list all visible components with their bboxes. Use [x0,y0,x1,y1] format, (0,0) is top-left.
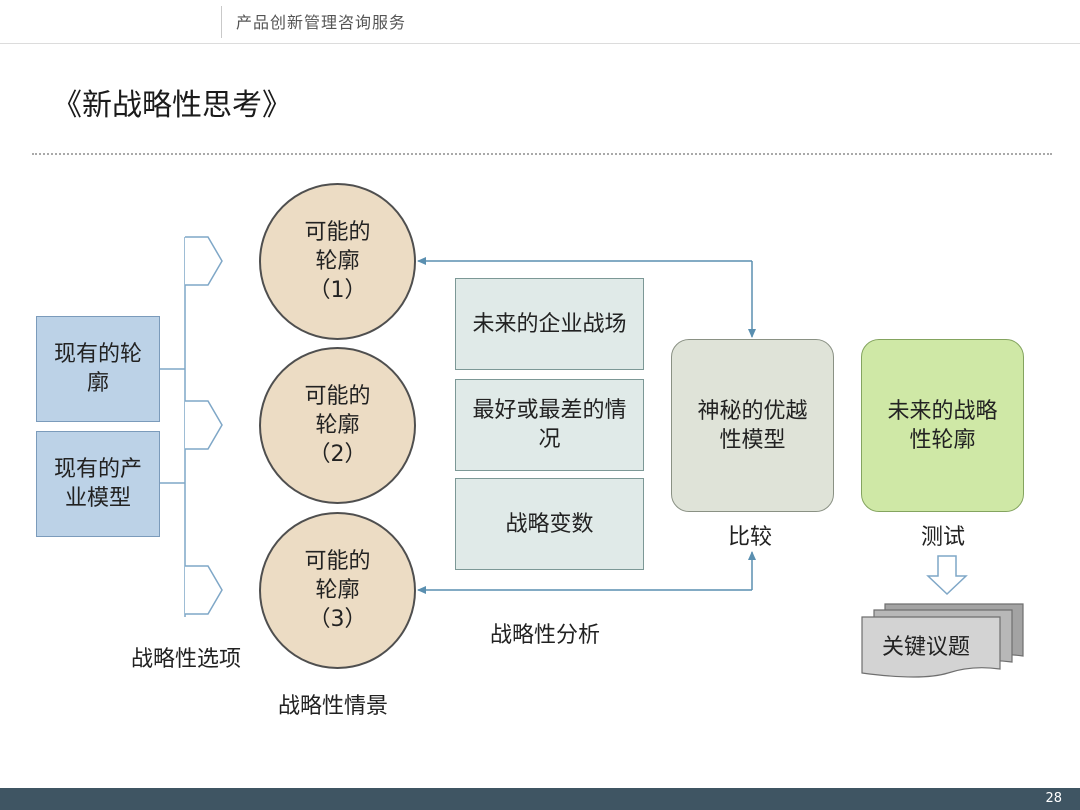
analysis-text: 战略变数 [505,511,594,537]
chevron-arrow-icon [185,236,223,286]
chevron-arrow-icon [185,400,223,450]
footer-bar: 28 [0,788,1080,810]
current-contour-text: 现有的轮廓 [53,342,142,396]
scenario-circle-3: 可能的 轮廓 （3） [259,512,416,669]
chevron-arrow-icon [185,565,223,615]
future-contour-text: 未来的战略性轮廓 [887,398,998,453]
superior-model-box: 神秘的优越性模型 [671,339,834,512]
analysis-text: 最好或最差的情况 [472,398,627,452]
scenario-line: 轮廓 [315,578,360,603]
analysis-box-best-worst: 最好或最差的情况 [455,379,644,471]
strategic-options-label: 战略性选项 [131,647,242,672]
down-arrow-icon [926,555,968,596]
scenario-line: （1） [308,278,367,303]
scenario-line: （3） [308,607,367,632]
scenario-line: 可能的 [304,220,371,245]
current-industry-model-box: 现有的产业模型 [36,431,160,537]
scenario-line: 轮廓 [315,413,360,438]
scenario-line: 轮廓 [315,249,360,274]
strategic-analysis-label: 战略性分析 [490,623,601,648]
strategic-scenarios-label: 战略性情景 [278,694,389,719]
scenario-circle-1: 可能的 轮廓 （1） [259,183,416,340]
scenario-line: （2） [308,442,367,467]
key-issues-label: 关键议题 [882,635,971,660]
future-contour-box: 未来的战略性轮廓 [861,339,1024,512]
current-industry-model-text: 现有的产业模型 [53,457,142,511]
scenario-circle-2: 可能的 轮廓 （2） [259,347,416,504]
scenario-line: 可能的 [304,549,371,574]
test-label: 测试 [921,525,966,550]
page-number: 28 [1045,791,1062,806]
compare-label: 比较 [728,525,773,550]
superior-model-text: 神秘的优越性模型 [697,398,808,453]
current-contour-box: 现有的轮廓 [36,316,160,422]
scenario-line: 可能的 [304,384,371,409]
analysis-text: 未来的企业战场 [472,311,627,337]
analysis-box-variables: 战略变数 [455,478,644,570]
analysis-box-battlefield: 未来的企业战场 [455,278,644,370]
